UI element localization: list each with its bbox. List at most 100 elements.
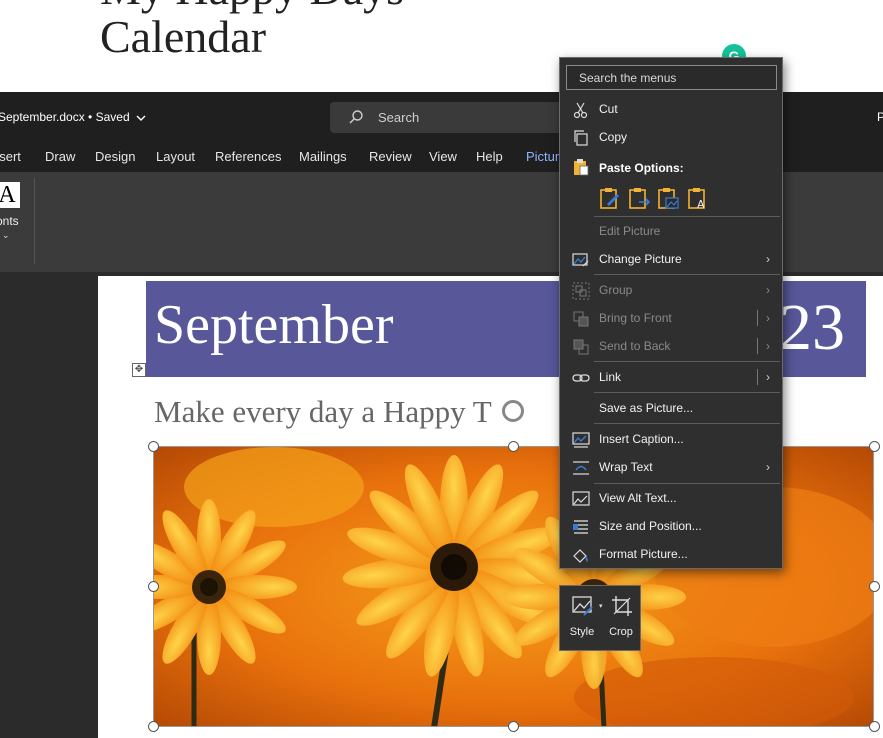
insert-caption-icon bbox=[572, 431, 590, 449]
search-placeholder: Search bbox=[378, 110, 420, 125]
crop-button-label: Crop bbox=[609, 626, 633, 638]
tab-layout[interactable]: Layout bbox=[156, 149, 195, 164]
search-icon bbox=[348, 109, 364, 125]
scissors-icon bbox=[572, 101, 590, 119]
wrap-text-icon bbox=[572, 459, 590, 477]
chevron-down-icon bbox=[133, 110, 146, 124]
svg-text:A: A bbox=[697, 198, 705, 210]
menu-item-label: Save as Picture... bbox=[599, 401, 694, 415]
resize-handle-bottom-center[interactable] bbox=[508, 721, 519, 732]
menu-item-label: Wrap Text bbox=[599, 460, 653, 474]
copy-icon bbox=[572, 129, 590, 147]
send-to-back-icon bbox=[572, 338, 590, 356]
rotation-handle[interactable] bbox=[502, 400, 524, 422]
submenu-arrow-icon: › bbox=[766, 370, 770, 384]
menu-item-label: Send to Back bbox=[599, 339, 671, 353]
menu-separator bbox=[594, 392, 780, 393]
menu-separator bbox=[594, 423, 780, 424]
paste-text-only-icon[interactable]: A bbox=[686, 186, 710, 211]
menu-item-group: Group › bbox=[560, 276, 782, 304]
tab-draw[interactable]: Draw bbox=[45, 149, 75, 164]
menu-item-insert-caption[interactable]: Insert Caption... bbox=[560, 425, 782, 453]
document-subtitle: Make every day a Happy T bbox=[154, 394, 492, 429]
fonts-caret-icon[interactable]: ⌄ bbox=[2, 230, 10, 241]
group-icon bbox=[572, 282, 590, 300]
submenu-arrow-icon: › bbox=[766, 460, 770, 474]
tab-mailings[interactable]: Mailings bbox=[299, 149, 347, 164]
paste-picture-icon[interactable] bbox=[656, 186, 680, 210]
title-right-text: P bbox=[877, 110, 883, 124]
tab-view[interactable]: View bbox=[429, 149, 457, 164]
menu-search-input[interactable]: Search the menus bbox=[566, 65, 777, 90]
context-menu: Search the menus Cut Copy Paste Options: bbox=[559, 57, 783, 569]
menu-item-label: Insert Caption... bbox=[599, 432, 684, 446]
menu-item-save-as-picture[interactable]: Save as Picture... bbox=[560, 394, 782, 422]
menu-item-view-alt-text[interactable]: View Alt Text... bbox=[560, 484, 782, 512]
banner-month: September bbox=[154, 294, 394, 356]
style-button-label: Style bbox=[569, 626, 595, 638]
screen: My Happy Days Calendar September.docx • … bbox=[0, 0, 883, 738]
document-name-label: September.docx • Saved bbox=[0, 110, 130, 124]
resize-handle-top-right[interactable] bbox=[869, 441, 880, 452]
split-divider bbox=[757, 310, 758, 326]
resize-handle-top-center[interactable] bbox=[508, 441, 519, 452]
tab-design[interactable]: Design bbox=[95, 149, 135, 164]
resize-handle-middle-right[interactable] bbox=[869, 581, 880, 592]
resize-handle-middle-left[interactable] bbox=[148, 581, 159, 592]
menu-item-label: Bring to Front bbox=[599, 311, 672, 325]
menu-item-format-picture[interactable]: Format Picture... bbox=[560, 540, 782, 568]
menu-item-label: Change Picture bbox=[599, 252, 682, 266]
resize-handle-bottom-left[interactable] bbox=[148, 721, 159, 732]
ribbon-divider bbox=[34, 178, 35, 264]
menu-item-wrap-text[interactable]: Wrap Text › bbox=[560, 453, 782, 481]
menu-item-size-and-position[interactable]: Size and Position... bbox=[560, 512, 782, 540]
fonts-label: onts bbox=[0, 214, 19, 228]
menu-item-copy[interactable]: Copy bbox=[560, 123, 782, 151]
menu-item-cut[interactable]: Cut bbox=[560, 95, 782, 123]
table-move-handle-icon[interactable]: ✥ bbox=[132, 363, 146, 377]
resize-handle-bottom-right[interactable] bbox=[869, 721, 880, 732]
menu-item-label: View Alt Text... bbox=[599, 491, 677, 505]
menu-item-change-picture[interactable]: Change Picture › bbox=[560, 245, 782, 273]
menu-item-label: Copy bbox=[599, 130, 628, 144]
menu-item-label: Size and Position... bbox=[599, 519, 702, 533]
menu-item-label: Format Picture... bbox=[599, 547, 688, 561]
crop-button[interactable]: Crop bbox=[601, 586, 641, 650]
menu-item-label: Cut bbox=[599, 102, 618, 116]
split-divider bbox=[757, 338, 758, 354]
style-button[interactable]: ▾ Style bbox=[562, 586, 603, 650]
change-picture-icon bbox=[572, 251, 590, 269]
clipboard-icon bbox=[572, 158, 590, 176]
picture-style-icon bbox=[572, 596, 593, 616]
paste-merge-formatting-icon[interactable] bbox=[627, 186, 651, 210]
submenu-arrow-icon: › bbox=[766, 283, 770, 297]
document-name[interactable]: September.docx • Saved bbox=[0, 110, 146, 124]
menu-separator bbox=[594, 361, 780, 362]
tab-review[interactable]: Review bbox=[369, 149, 412, 164]
format-picture-icon bbox=[572, 546, 590, 564]
menu-item-send-to-back: Send to Back › bbox=[560, 332, 782, 360]
tab-references[interactable]: References bbox=[215, 149, 281, 164]
menu-item-label: Group bbox=[599, 283, 633, 297]
tab-insert[interactable]: nsert bbox=[0, 149, 21, 164]
menu-item-link[interactable]: Link › bbox=[560, 363, 782, 391]
menu-separator bbox=[594, 274, 780, 275]
bring-to-front-icon bbox=[572, 310, 590, 328]
submenu-arrow-icon: › bbox=[766, 311, 770, 325]
menu-item-edit-picture: Edit Picture bbox=[560, 217, 782, 245]
banner-year: 23 bbox=[779, 291, 845, 364]
menu-item-label: Edit Picture bbox=[599, 224, 661, 238]
alt-text-icon bbox=[572, 490, 590, 508]
paste-keep-formatting-icon[interactable] bbox=[598, 186, 622, 210]
fonts-button-icon[interactable]: A bbox=[0, 182, 20, 208]
menu-item-label: Link bbox=[599, 370, 622, 384]
menu-search-placeholder: Search the menus bbox=[579, 71, 677, 85]
link-icon bbox=[572, 369, 590, 387]
paste-options-heading: Paste Options: bbox=[599, 161, 684, 175]
mini-toolbar: ▾ Style Crop bbox=[559, 585, 641, 651]
resize-handle-top-left[interactable] bbox=[148, 441, 159, 452]
tab-help[interactable]: Help bbox=[476, 149, 503, 164]
crop-icon bbox=[612, 596, 632, 616]
split-divider bbox=[757, 369, 758, 385]
background-title: Calendar bbox=[100, 11, 267, 62]
